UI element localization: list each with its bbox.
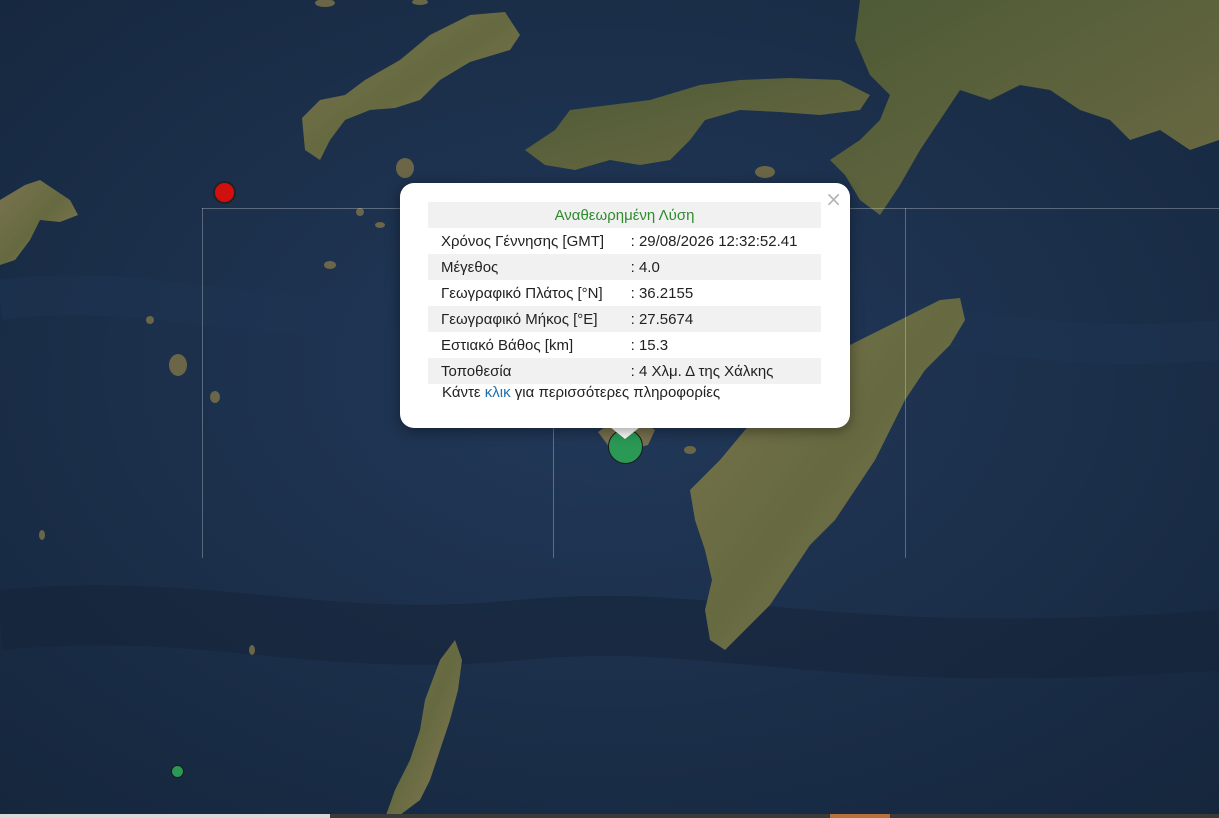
table-row: Γεωγραφικό Μήκος [°E] : 27.5674 (428, 306, 821, 332)
depth-label: Εστιακό Βάθος [km] (441, 336, 574, 354)
table-row: Γεωγραφικό Πλάτος [°N] : 36.2155 (428, 280, 821, 306)
location-value: : 4 Χλμ. Δ της Χάλκης (628, 358, 821, 384)
more-info-prefix: Κάντε (442, 384, 485, 401)
table-row: Μέγεθος : 4.0 (428, 254, 821, 280)
table-row: Τοποθεσία : 4 Χλμ. Δ της Χάλκης (428, 358, 821, 384)
grid-line-vertical (202, 208, 203, 558)
more-info-text: Κάντε κλικ για περισσότερες πληροφορίες (442, 384, 720, 401)
magnitude-value: : 4.0 (628, 254, 821, 280)
more-info-suffix: για περισσότερες πληροφορίες (510, 384, 721, 401)
popup-tip (610, 427, 640, 439)
popup-title: Αναθεωρημένη Λύση (428, 202, 821, 228)
table-row: Χρόνος Γέννησης [GMT] : 29/08/2026 12:32… (428, 228, 821, 254)
earthquake-marker-red[interactable] (213, 181, 236, 204)
longitude-label: Γεωγραφικό Μήκος [°E] (428, 306, 629, 332)
table-row: Εστιακό Βάθος [km] : 15.3 (428, 332, 821, 358)
origin-time-label: Χρόνος Γέννησης [GMT] (441, 232, 605, 250)
location-label: Τοποθεσία (428, 358, 629, 384)
earthquake-details-table: Αναθεωρημένη Λύση Χρόνος Γέννησης [GMT] … (428, 202, 821, 384)
origin-time-value: : 29/08/2026 12:32:52.41 (630, 232, 798, 250)
magnitude-label: Μέγεθος (428, 254, 629, 280)
earthquake-info-popup: × Αναθεωρημένη Λύση Χρόνος Γέννησης [GMT… (400, 183, 850, 428)
depth-value: : 15.3 (630, 336, 669, 354)
close-icon[interactable]: × (825, 185, 842, 213)
more-info-link[interactable]: κλικ (485, 384, 511, 401)
bottom-strip (0, 814, 1219, 818)
longitude-value: : 27.5674 (628, 306, 821, 332)
map-canvas[interactable]: × Αναθεωρημένη Λύση Χρόνος Γέννησης [GMT… (0, 0, 1219, 818)
grid-line-vertical (905, 208, 906, 558)
latitude-label: Γεωγραφικό Πλάτος [°N] (441, 284, 603, 302)
earthquake-marker-green-small[interactable] (171, 765, 184, 778)
latitude-value: : 36.2155 (630, 284, 694, 302)
